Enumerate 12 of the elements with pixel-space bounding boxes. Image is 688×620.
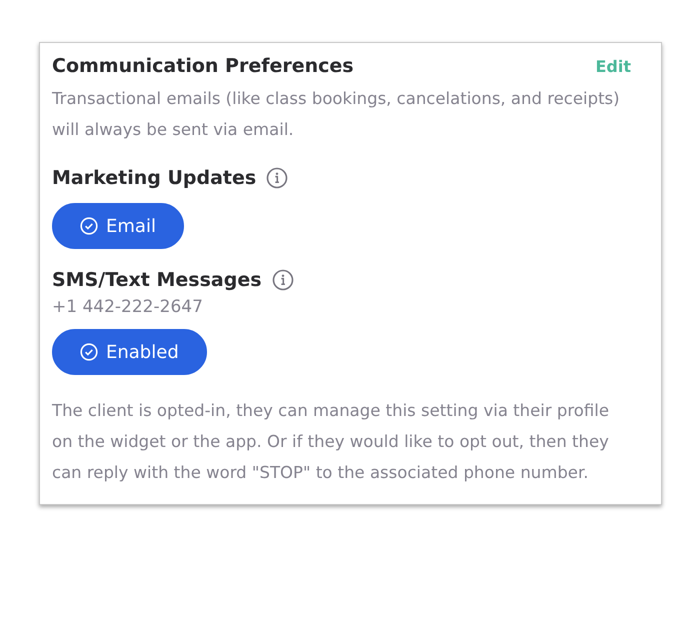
- info-icon[interactable]: [272, 269, 294, 291]
- toggle-button[interactable]: Enabled: [52, 329, 207, 375]
- check-circle-icon: [80, 217, 98, 235]
- card-title: Communication Preferences: [52, 55, 354, 77]
- section-heading: SMS/Text Messages: [52, 269, 262, 291]
- intro-text: Transactional emails (like class bookings, cancelations, and receipts) will always be sent via email.: [52, 88, 621, 141]
- phone-number: +1 442-222-2647: [52, 297, 204, 317]
- toggle-button[interactable]: Email: [52, 203, 184, 249]
- check-circle-icon: [80, 343, 98, 361]
- note-text: The client is opted-in, they can manage this setting via their profile on the widget or the app. Or if they would like to opt out, then they can reply with the word "STOP" to the associated phone number.: [52, 400, 610, 484]
- info-icon[interactable]: [266, 167, 288, 189]
- section-heading: Marketing Updates: [52, 167, 256, 189]
